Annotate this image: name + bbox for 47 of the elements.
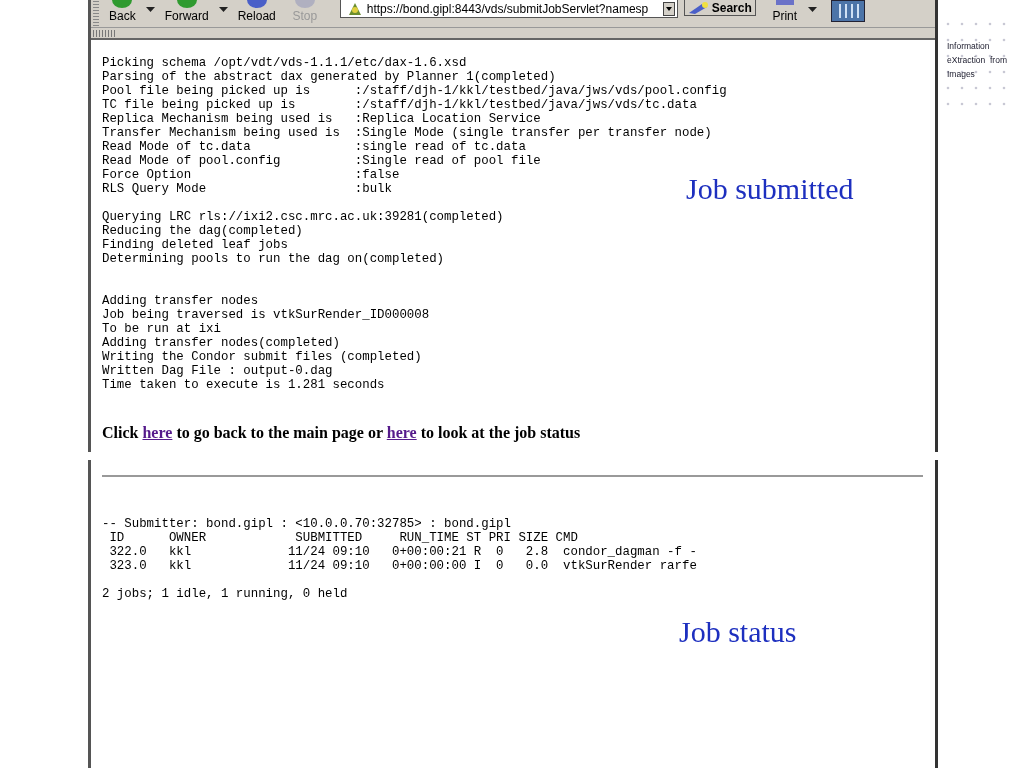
search-button[interactable]: Search [683, 0, 756, 16]
slide-caption: Job submitted [686, 172, 854, 206]
caret-icon[interactable] [145, 7, 155, 13]
logo-text: eXtraction from [947, 54, 1007, 67]
log-line: Replica Mechanism being used is :Replica Location Service [102, 112, 541, 126]
caret-icon[interactable] [218, 7, 228, 13]
log-line: Querying LRC rls://ixi2.csc.mrc.ac.uk:39281(completed) [102, 210, 504, 224]
log-line: Read Mode of tc.data :single read of tc.data [102, 140, 526, 154]
here-link[interactable]: here [386, 424, 417, 441]
log-line: Time taken to execute is 1.281 seconds [102, 378, 385, 392]
job-row-text: 322.0 kkl 11/24 09:10 0+00:00:21 R 0 2.8 condor_dagman -f - [108, 545, 697, 559]
log-line: Adding transfer nodes(completed) [102, 336, 340, 350]
log-line: Read Mode of pool.config :Single read of pool file [102, 154, 541, 168]
toolbar-button[interactable]: Forward [158, 0, 215, 27]
log-line: Writing the Condor submit files (completed) [102, 350, 422, 364]
job-summary: 2 jobs; 1 idle, 1 running, 0 held [102, 587, 348, 601]
logo-text: Information [947, 40, 991, 53]
url-field[interactable]: https://bond.gipl:8443/vds/submitJobServlet?namesp [339, 0, 678, 18]
submitter-line: -- Submitter: bond.gipl : <10.0.0.70:32785> : bond.gipl [102, 517, 511, 531]
print-button[interactable]: Print [765, 0, 804, 27]
log-line: Adding transfer nodes [102, 294, 259, 308]
toolbar-button[interactable]: Back [103, 0, 142, 27]
grip-icon [93, 1, 99, 26]
toolbar-button[interactable]: Reload [231, 0, 282, 27]
log-line: Transfer Mechanism being used is :Single Mode (single transfer per transfer node) [102, 126, 712, 140]
navigation-sentence: Click here to go back to the main page or here to look at the job status [102, 424, 582, 442]
log-line: Parsing of the abstract dax generated by Planner 1(completed) [102, 70, 556, 84]
log-line: Picking schema /opt/vdt/vds-1.1.1/etc/dax-1.6.xsd [102, 56, 467, 70]
caret-icon[interactable] [807, 7, 817, 13]
log-line: Pool file being picked up is :/staff/djh-1/kkl/testbed/java/jws/vds/pool.config [102, 84, 727, 98]
collapse-handle[interactable] [93, 29, 117, 37]
log-line: To be run at ixi [102, 322, 221, 336]
log-line: Finding deleted leaf jobs [102, 238, 288, 252]
throbber-icon [830, 0, 865, 22]
log-line: RLS Query Mode :bulk [102, 182, 392, 196]
dropdown-icon[interactable] [662, 1, 675, 16]
log-line: Written Dag File : output-0.dag [102, 364, 333, 378]
slide-caption: Job status [679, 615, 797, 649]
log-line: Determining pools to run the dag on(completed) [102, 252, 445, 266]
log-line: TC file being picked up is :/staff/djh-1/kkl/testbed/java/jws/vds/tc.data [102, 98, 697, 112]
here-link[interactable]: here [142, 424, 173, 441]
log-line: Reducing the dag(completed) [102, 224, 303, 238]
column-header: ID OWNER SUBMITTED RUN_TIME ST PRI SIZE CMD [108, 531, 578, 545]
logo-text: Images [947, 68, 976, 81]
log-line: Job being traversed is vtkSurRender_ID000008 [102, 308, 430, 322]
log-line: Force Option :false [102, 168, 400, 182]
job-row-text: 323.0 kkl 11/24 09:10 0+00:00:00 I 0 0.0 vtkSurRender rarfe [108, 559, 697, 573]
